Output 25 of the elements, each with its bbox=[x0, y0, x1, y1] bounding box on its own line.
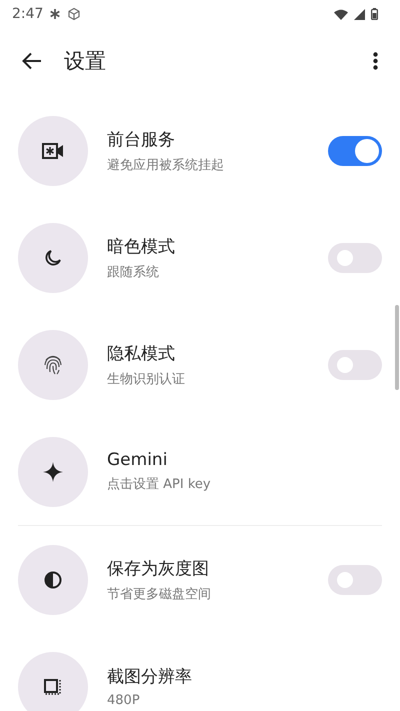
asterisk-icon bbox=[49, 8, 62, 20]
setting-title: 隐私模式 bbox=[107, 342, 176, 364]
signal-icon bbox=[354, 8, 365, 20]
toggle-switch[interactable] bbox=[328, 350, 382, 380]
setting-title: 保存为灰度图 bbox=[107, 558, 210, 580]
wifi-icon bbox=[334, 8, 348, 20]
setting-subtitle: 节省更多磁盘空间 bbox=[107, 586, 212, 602]
cube-icon bbox=[67, 7, 82, 21]
setting-title: 前台服务 bbox=[107, 128, 176, 150]
back-arrow-icon[interactable] bbox=[22, 52, 42, 70]
toggle-switch[interactable] bbox=[328, 242, 382, 272]
setting-subtitle: 跟随系统 bbox=[107, 264, 160, 280]
more-options-icon[interactable] bbox=[373, 52, 378, 70]
setting-subtitle: 点击设置 API key bbox=[107, 476, 212, 493]
toggle-switch[interactable] bbox=[328, 564, 382, 594]
setting-subtitle: 避免应用被系统挂起 bbox=[107, 156, 225, 174]
setting-title: 截图分辨率 bbox=[107, 666, 193, 688]
status-time: 2:47 bbox=[12, 6, 44, 22]
battery-icon bbox=[371, 8, 378, 20]
toggle-switch[interactable] bbox=[328, 136, 382, 166]
setting-subtitle: 生物识别认证 bbox=[107, 370, 186, 388]
setting-title: 暗色模式 bbox=[107, 236, 176, 258]
setting-title: Gemini bbox=[107, 450, 168, 470]
setting-subtitle: 480P bbox=[107, 693, 141, 708]
page-title: 设置 bbox=[64, 48, 107, 75]
